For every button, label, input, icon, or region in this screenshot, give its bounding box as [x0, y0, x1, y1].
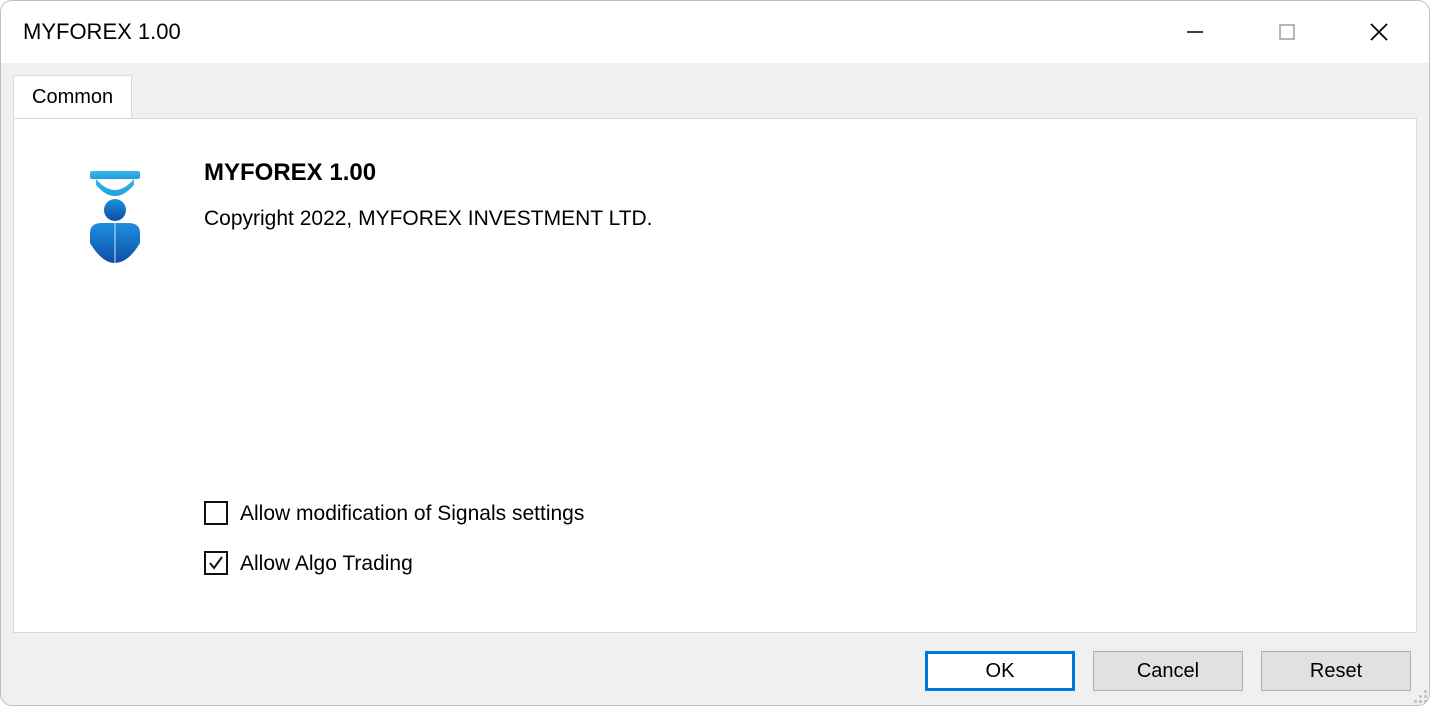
maximize-button	[1241, 3, 1333, 61]
tabstrip: Common	[13, 75, 1417, 119]
panel-content: MYFOREX 1.00 Copyright 2022, MYFOREX INV…	[14, 119, 1416, 632]
checkbox-label: Allow Algo Trading	[240, 553, 413, 574]
checkbox-group: Allow modification of Signals settings A…	[204, 501, 584, 575]
titlebar[interactable]: MYFOREX 1.00	[1, 1, 1429, 63]
checkbox-allow-signals[interactable]: Allow modification of Signals settings	[204, 501, 584, 525]
client-area: Common	[1, 63, 1429, 705]
button-row: OK Cancel Reset	[925, 651, 1411, 691]
dialog-window: MYFOREX 1.00	[0, 0, 1430, 706]
tab-container: Common	[13, 75, 1417, 633]
copyright-text: Copyright 2022, MYFOREX INVESTMENT LTD.	[204, 207, 653, 231]
window-title: MYFOREX 1.00	[23, 19, 181, 45]
cancel-button[interactable]: Cancel	[1093, 651, 1243, 691]
window-controls	[1149, 1, 1425, 63]
tab-label: Common	[32, 86, 113, 109]
expert-advisor-icon	[84, 167, 146, 263]
checkbox-allow-algo[interactable]: Allow Algo Trading	[204, 551, 584, 575]
tab-panel-common: MYFOREX 1.00 Copyright 2022, MYFOREX INV…	[13, 118, 1417, 633]
close-icon	[1368, 21, 1390, 43]
minimize-icon	[1185, 22, 1205, 42]
close-button[interactable]	[1333, 3, 1425, 61]
reset-button[interactable]: Reset	[1261, 651, 1411, 691]
checkbox-box	[204, 551, 228, 575]
maximize-icon	[1278, 23, 1296, 41]
resize-grip[interactable]	[1409, 685, 1427, 703]
button-label: Reset	[1310, 660, 1362, 683]
checkbox-label: Allow modification of Signals settings	[240, 503, 584, 524]
tab-common[interactable]: Common	[13, 75, 132, 119]
checkbox-box	[204, 501, 228, 525]
minimize-button[interactable]	[1149, 3, 1241, 61]
button-label: Cancel	[1137, 660, 1199, 683]
ok-button[interactable]: OK	[925, 651, 1075, 691]
button-label: OK	[986, 660, 1015, 683]
program-title: MYFOREX 1.00	[204, 159, 376, 187]
